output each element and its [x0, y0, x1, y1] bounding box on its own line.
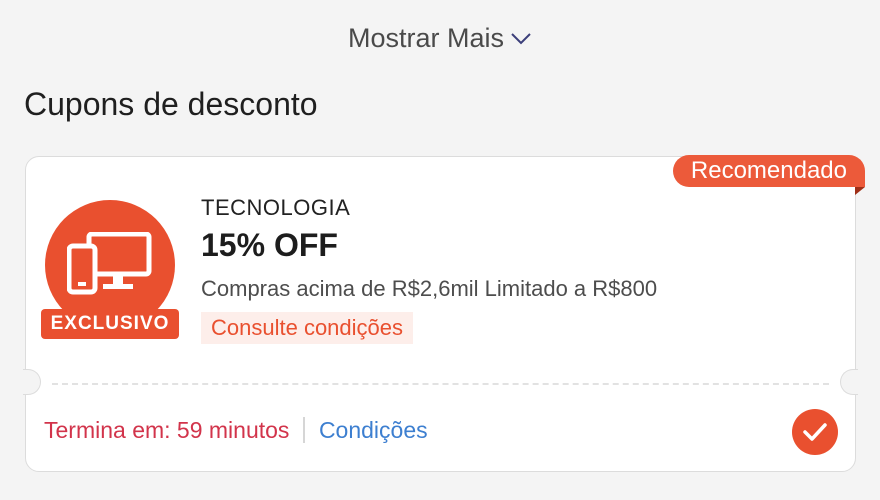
recommended-badge: Recomendado [672, 155, 865, 187]
show-more-button[interactable]: Mostrar Mais [0, 18, 880, 58]
coupon-footer: Termina em: 59 minutos Condições [44, 415, 428, 445]
expiry-countdown: Termina em: 59 minutos [44, 416, 290, 443]
coupon-details: Compras acima de R$2,6mil Limitado a R$8… [201, 276, 658, 301]
conditions-link[interactable]: Condições [319, 417, 428, 444]
coupon-discount: 15% OFF [201, 227, 338, 263]
badge-fold [855, 187, 865, 195]
exclusive-tag: EXCLUSIVO [41, 309, 179, 339]
ticket-notch-right [840, 369, 858, 395]
coupon-card[interactable]: Recomendado EXCLUSIVO TECNOLOGIA 15% OFF… [23, 155, 865, 472]
show-more-label: Mostrar Mais [347, 22, 504, 53]
checkmark-icon [803, 423, 827, 441]
ticket-divider [52, 383, 829, 385]
chevron-down-icon [511, 33, 531, 45]
select-coupon-checkbox[interactable] [792, 409, 838, 455]
coupon-category: TECNOLOGIA [201, 195, 351, 220]
section-title: Cupons de desconto [24, 86, 318, 122]
ticket-notch-left [23, 369, 41, 395]
footer-separator [303, 417, 305, 443]
devices-icon [67, 232, 152, 295]
consult-conditions-link[interactable]: Consulte condições [201, 312, 414, 344]
